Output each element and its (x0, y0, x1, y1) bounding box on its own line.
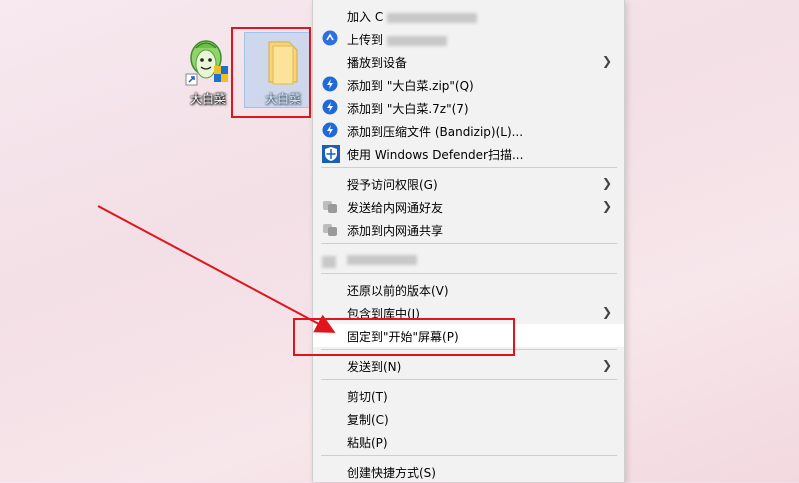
annotation-arrow-icon (97, 205, 336, 333)
